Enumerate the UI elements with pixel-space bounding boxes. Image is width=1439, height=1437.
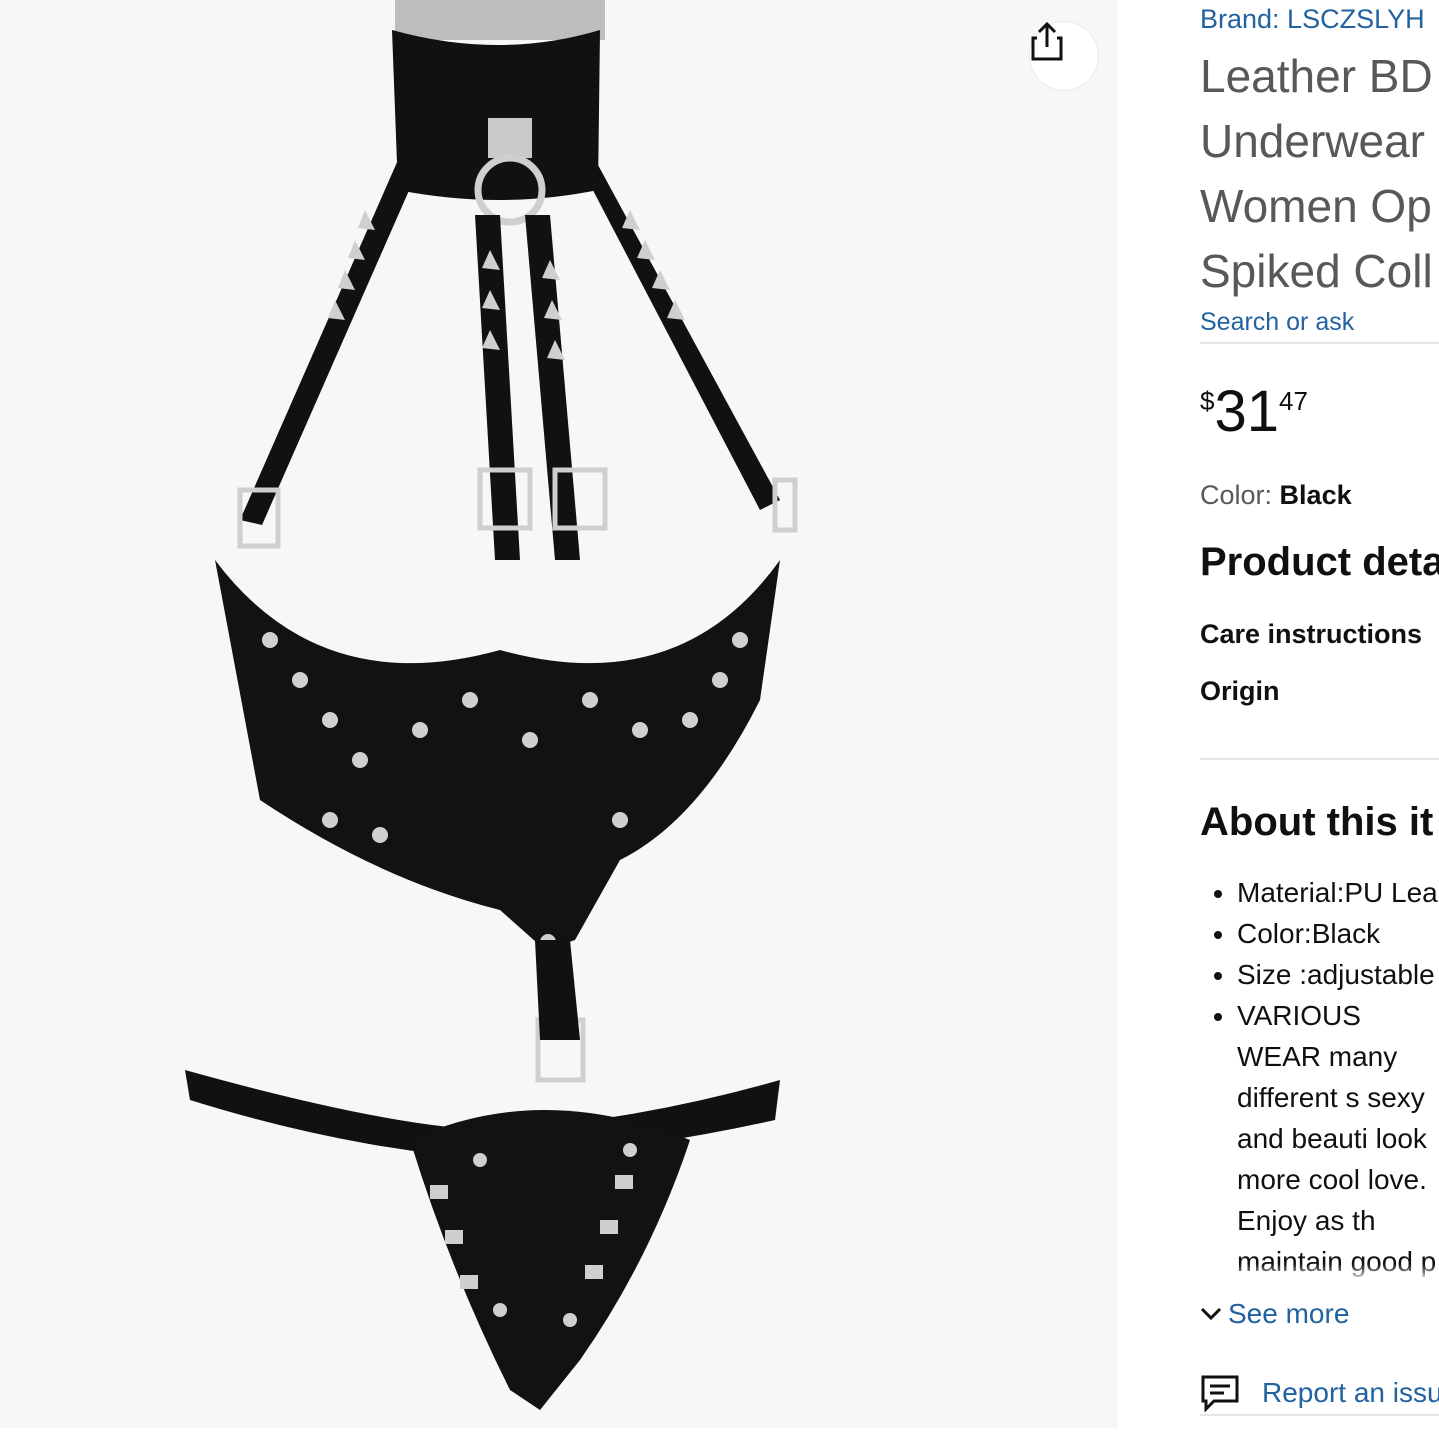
price-whole: 31	[1214, 379, 1279, 444]
divider	[1200, 758, 1439, 760]
share-icon	[1031, 22, 1063, 61]
color-value: Black	[1279, 480, 1352, 510]
product-image	[0, 0, 1118, 1428]
spec-origin: Origin	[1200, 676, 1280, 706]
bullet-item: Size :adjustable	[1237, 954, 1439, 995]
title-line: Women Op	[1200, 180, 1432, 232]
price: $3147	[1200, 378, 1308, 445]
about-heading: About this it	[1200, 800, 1434, 844]
product-image-gallery[interactable]	[0, 0, 1118, 1428]
title-line: Underwear	[1200, 115, 1425, 167]
bullet-item: Color:Black	[1237, 913, 1439, 954]
color-selection: Color: Black	[1200, 480, 1352, 511]
brand-link[interactable]: Brand: LSCZSLYH	[1200, 4, 1425, 35]
spec-care-instructions: Care instructions	[1200, 619, 1423, 649]
about-bullets: Material:PU Lea Color:Black Size :adjust…	[1200, 872, 1439, 1282]
price-fraction: 47	[1278, 386, 1308, 416]
divider	[1200, 1414, 1439, 1416]
product-title: Leather BD Underwear Women Op Spiked Col…	[1200, 44, 1433, 304]
chevron-down-icon	[1200, 1307, 1222, 1321]
report-issue-link[interactable]: Report an issu	[1200, 1374, 1439, 1412]
report-issue-label: Report an issu	[1262, 1377, 1439, 1408]
see-more-label: See more	[1228, 1298, 1350, 1329]
search-or-ask-link[interactable]: Search or ask	[1200, 308, 1354, 337]
product-details-heading: Product deta	[1200, 540, 1439, 584]
bullet-item: Material:PU Lea	[1237, 872, 1439, 913]
report-flag-icon	[1201, 1375, 1239, 1412]
title-line: Leather BD	[1200, 50, 1433, 102]
color-label: Color:	[1200, 480, 1273, 510]
price-symbol: $	[1200, 386, 1215, 416]
product-info-panel: Brand: LSCZSLYH Leather BD Underwear Wom…	[1200, 0, 1439, 1437]
divider	[1200, 342, 1439, 344]
see-more-link[interactable]: See more	[1200, 1298, 1349, 1330]
bullet-item: VARIOUS WEAR many different s sexy and b…	[1237, 995, 1437, 1282]
text-fade	[1200, 1264, 1439, 1282]
title-line: Spiked Coll	[1200, 245, 1433, 297]
share-button[interactable]	[1030, 22, 1098, 90]
